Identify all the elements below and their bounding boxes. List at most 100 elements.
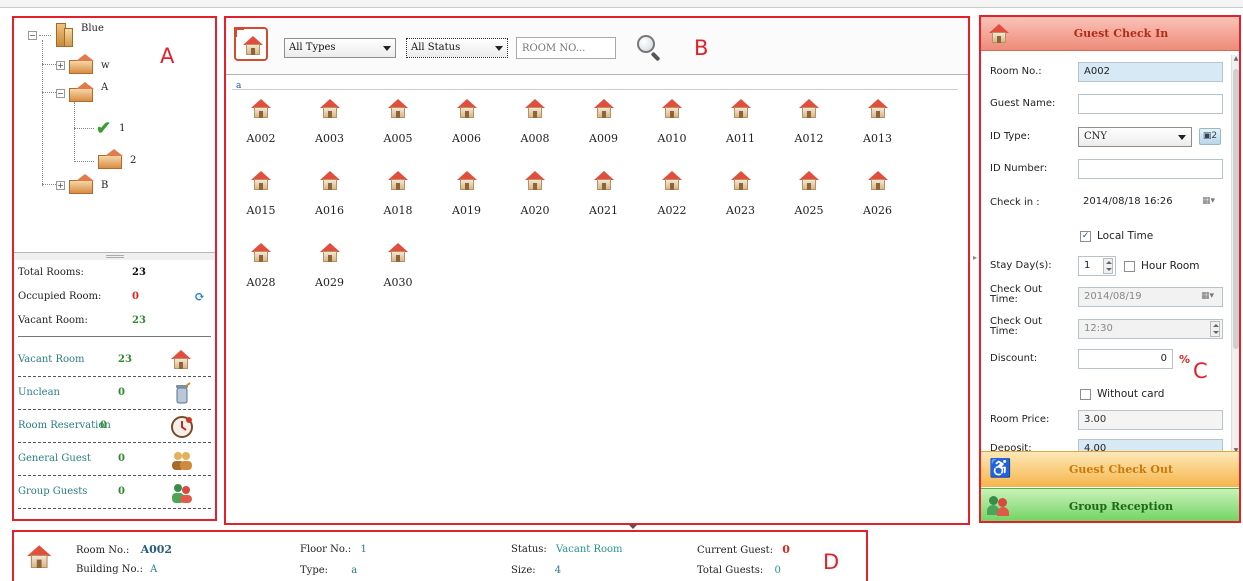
room-tile[interactable]: A008: [510, 98, 560, 158]
room-tile[interactable]: A003: [305, 98, 355, 158]
tree-node-floor-a[interactable]: − A: [56, 82, 108, 104]
id-type-value: CNY: [1084, 131, 1108, 142]
category-label: Vacant Room: [18, 354, 85, 365]
room-toolbar: All Types All Status: [226, 18, 968, 75]
search-icon[interactable]: [635, 34, 663, 62]
room-number-label: A018: [383, 204, 413, 217]
detail-value: a: [351, 565, 358, 576]
room-number-label: A029: [315, 276, 344, 289]
category-vacant-room[interactable]: Vacant Room 23: [18, 344, 211, 377]
discount-label: Discount:: [990, 353, 1038, 364]
expand-icon[interactable]: +: [56, 60, 65, 70]
id-card-reader-icon[interactable]: ▣2: [1199, 128, 1221, 145]
detail-size: Size: 4: [511, 565, 561, 576]
home-button[interactable]: [234, 27, 268, 61]
guest-name-field[interactable]: [1078, 94, 1223, 114]
tree-node-sub-1[interactable]: ✔ 1: [96, 117, 125, 139]
id-number-field[interactable]: [1078, 159, 1223, 179]
expand-icon[interactable]: +: [56, 180, 65, 190]
stay-days-label: Stay Day(s):: [990, 260, 1052, 271]
panel-resize-icon[interactable]: [629, 525, 637, 529]
checkin-header[interactable]: Guest Check In: [981, 17, 1239, 51]
category-group-guests[interactable]: Group Guests 0: [18, 476, 211, 509]
detail-label: Size:: [511, 565, 536, 576]
calendar-icon[interactable]: ▦▾: [1202, 196, 1220, 208]
form-scrollbar[interactable]: ▲ ▼: [1231, 55, 1239, 455]
room-tile[interactable]: A016: [305, 170, 355, 230]
category-general-guest[interactable]: General Guest 0: [18, 443, 211, 476]
room-tile[interactable]: A029: [305, 242, 355, 302]
annotation-letter-d: D: [823, 550, 840, 574]
room-type-select[interactable]: All Types: [284, 38, 396, 58]
room-tile[interactable]: A015: [236, 170, 286, 230]
category-unclean[interactable]: Unclean 0: [18, 377, 211, 410]
guest-checkout-section[interactable]: ♿ Guest Check Out: [981, 451, 1239, 487]
scroll-thumb[interactable]: [1233, 69, 1239, 349]
chevron-down-icon: [383, 46, 391, 51]
room-house-icon: [593, 170, 615, 192]
check-in-datetime-field[interactable]: 2014/08/18 16:26 ▦▾: [1078, 193, 1223, 213]
room-tile[interactable]: A022: [647, 170, 697, 230]
room-tile[interactable]: A023: [716, 170, 766, 230]
group-reception-section[interactable]: Group Reception: [981, 488, 1239, 521]
tree-node-sub-2[interactable]: 2: [96, 149, 136, 171]
room-price-field: 3.00: [1078, 410, 1223, 430]
collapse-icon[interactable]: −: [56, 88, 65, 98]
room-tile[interactable]: A009: [579, 98, 629, 158]
room-type-value: All Types: [289, 42, 336, 53]
room-house-icon: [387, 242, 409, 264]
room-number-label: A003: [315, 132, 344, 145]
id-type-select[interactable]: CNY: [1078, 127, 1192, 147]
room-status-select[interactable]: All Status: [406, 38, 508, 58]
detail-value: 4: [554, 565, 562, 576]
chevron-down-icon: [495, 46, 503, 51]
refresh-icon[interactable]: ⟳: [194, 290, 205, 305]
room-no-label: Room No.:: [990, 66, 1042, 77]
room-tile[interactable]: A018: [373, 170, 423, 230]
id-type-label: ID Type:: [990, 131, 1031, 142]
tree-node-building[interactable]: − Blue: [28, 22, 104, 47]
tree-node-floor-b[interactable]: + B: [56, 174, 108, 196]
room-tile[interactable]: A005: [373, 98, 423, 158]
check-out-time-label: Check Out Time:: [990, 316, 1043, 337]
room-number-search-input[interactable]: [516, 37, 616, 59]
room-tile[interactable]: A006: [442, 98, 492, 158]
building-tree-panel: − Blue + w − A ✔ 1 2 + B Total Rooms: 23…: [12, 16, 217, 521]
hour-room-checkbox[interactable]: [1124, 261, 1135, 272]
check-icon: ✔: [96, 117, 112, 139]
vacant-room-value: 23: [132, 315, 146, 326]
room-tile[interactable]: A026: [853, 170, 903, 230]
room-no-field[interactable]: A002: [1078, 62, 1223, 82]
detail-value: 1: [360, 544, 367, 555]
local-time-checkbox[interactable]: ✓: [1080, 231, 1091, 242]
detail-value: A: [150, 564, 158, 575]
category-room-reservation[interactable]: Room Reservation 0: [18, 410, 211, 443]
spinner-icon[interactable]: [1103, 258, 1113, 274]
without-card-checkbox[interactable]: [1080, 389, 1091, 400]
room-tile[interactable]: A021: [579, 170, 629, 230]
room-number-label: A008: [520, 132, 550, 145]
tree-building-label: Blue: [81, 22, 104, 34]
room-tile[interactable]: A012: [784, 98, 834, 158]
room-number-label: A030: [383, 276, 413, 289]
collapse-panel-icon[interactable]: ▸: [973, 253, 978, 273]
room-house-icon: [250, 242, 272, 264]
scroll-up-icon[interactable]: ▲: [1233, 55, 1239, 63]
room-tile[interactable]: A013: [853, 98, 903, 158]
panel-splitter[interactable]: [14, 252, 215, 260]
room-tile[interactable]: A011: [716, 98, 766, 158]
discount-field[interactable]: 0: [1078, 349, 1173, 369]
room-tile[interactable]: A030: [373, 242, 423, 302]
room-tile[interactable]: A002: [236, 98, 286, 158]
tree-node-floor-w[interactable]: + w: [56, 54, 110, 76]
room-tile[interactable]: A028: [236, 242, 286, 302]
local-time-label: Local Time: [1097, 230, 1154, 242]
room-tile[interactable]: A025: [784, 170, 834, 230]
stay-days-stepper[interactable]: 1: [1078, 256, 1116, 276]
group-icon: [170, 481, 194, 505]
room-tile[interactable]: A010: [647, 98, 697, 158]
collapse-icon[interactable]: −: [28, 30, 37, 40]
room-tile[interactable]: A020: [510, 170, 560, 230]
room-number-label: A028: [246, 276, 276, 289]
room-tile[interactable]: A019: [442, 170, 492, 230]
